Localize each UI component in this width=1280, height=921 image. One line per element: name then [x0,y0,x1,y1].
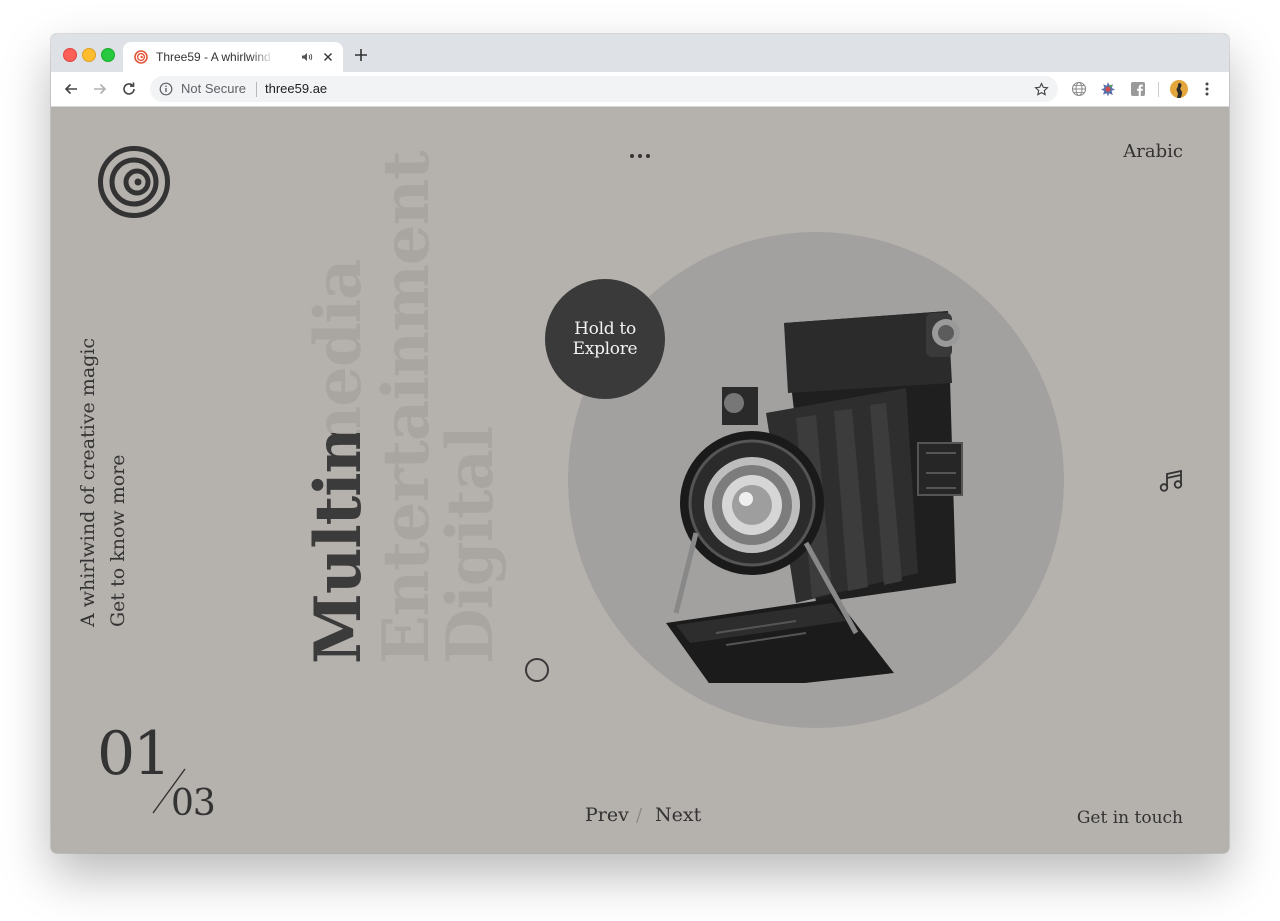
know-more-link[interactable]: Get to know more [107,455,129,627]
url-text[interactable]: three59.ae [265,81,327,96]
more-icon[interactable] [1202,81,1212,97]
web-page: Arabic A whirlwind of creative magic Get… [51,107,1229,853]
slide-counter-total: 03 [171,783,216,824]
window-maximize-button[interactable] [101,48,115,62]
reload-icon[interactable] [121,81,137,97]
hold-to-explore-label: Hold to Explore [572,319,638,359]
security-label[interactable]: Not Secure [181,81,246,96]
hold-to-explore-button[interactable]: Hold to Explore [545,279,665,399]
new-tab-icon[interactable] [354,48,368,62]
menu-dots-icon[interactable] [629,153,651,159]
toolbar-separator [1158,82,1159,97]
service-word-digital[interactable]: Digital [433,427,508,664]
nav-separator: / [636,805,643,826]
browser-window: Three59 - A whirlwind of creative magic [51,34,1229,853]
facebook-icon[interactable] [1130,81,1146,97]
next-button[interactable]: Next [655,804,701,826]
cursor-ring [525,658,549,682]
address-bar[interactable]: Not Secure three59.ae [150,76,1058,102]
tab-close-icon[interactable] [322,51,334,63]
browser-toolbar: Not Secure three59.ae [51,72,1229,107]
star-icon[interactable] [1034,82,1049,97]
tab-title: Three59 - A whirlwind of creative magic [156,50,274,64]
browser-tab[interactable]: Three59 - A whirlwind of creative magic [123,42,343,72]
site-favicon-icon [134,50,148,64]
window-minimize-button[interactable] [82,48,96,62]
music-note-icon[interactable] [1159,469,1185,493]
profile-avatar[interactable] [1170,80,1188,98]
info-icon[interactable] [159,82,173,96]
profile-silhouette-icon [1176,82,1183,98]
service-word-multimedia[interactable]: Multimedia [301,259,376,664]
window-close-button[interactable] [63,48,77,62]
extension-icon[interactable] [1100,81,1116,97]
omnibox-separator [256,82,257,97]
back-icon[interactable] [63,81,79,97]
three59-logo[interactable] [97,145,171,219]
language-switch-link[interactable]: Arabic [1123,141,1183,162]
tagline-text: A whirlwind of creative magic [77,337,99,627]
get-in-touch-link[interactable]: Get in touch [1077,808,1183,828]
vintage-camera-image [666,311,963,683]
audio-playing-icon[interactable] [301,51,313,63]
prev-button[interactable]: Prev [585,804,629,826]
forward-icon[interactable] [92,81,108,97]
tab-strip: Three59 - A whirlwind of creative magic [51,34,1229,72]
globe-icon[interactable] [1071,81,1087,97]
